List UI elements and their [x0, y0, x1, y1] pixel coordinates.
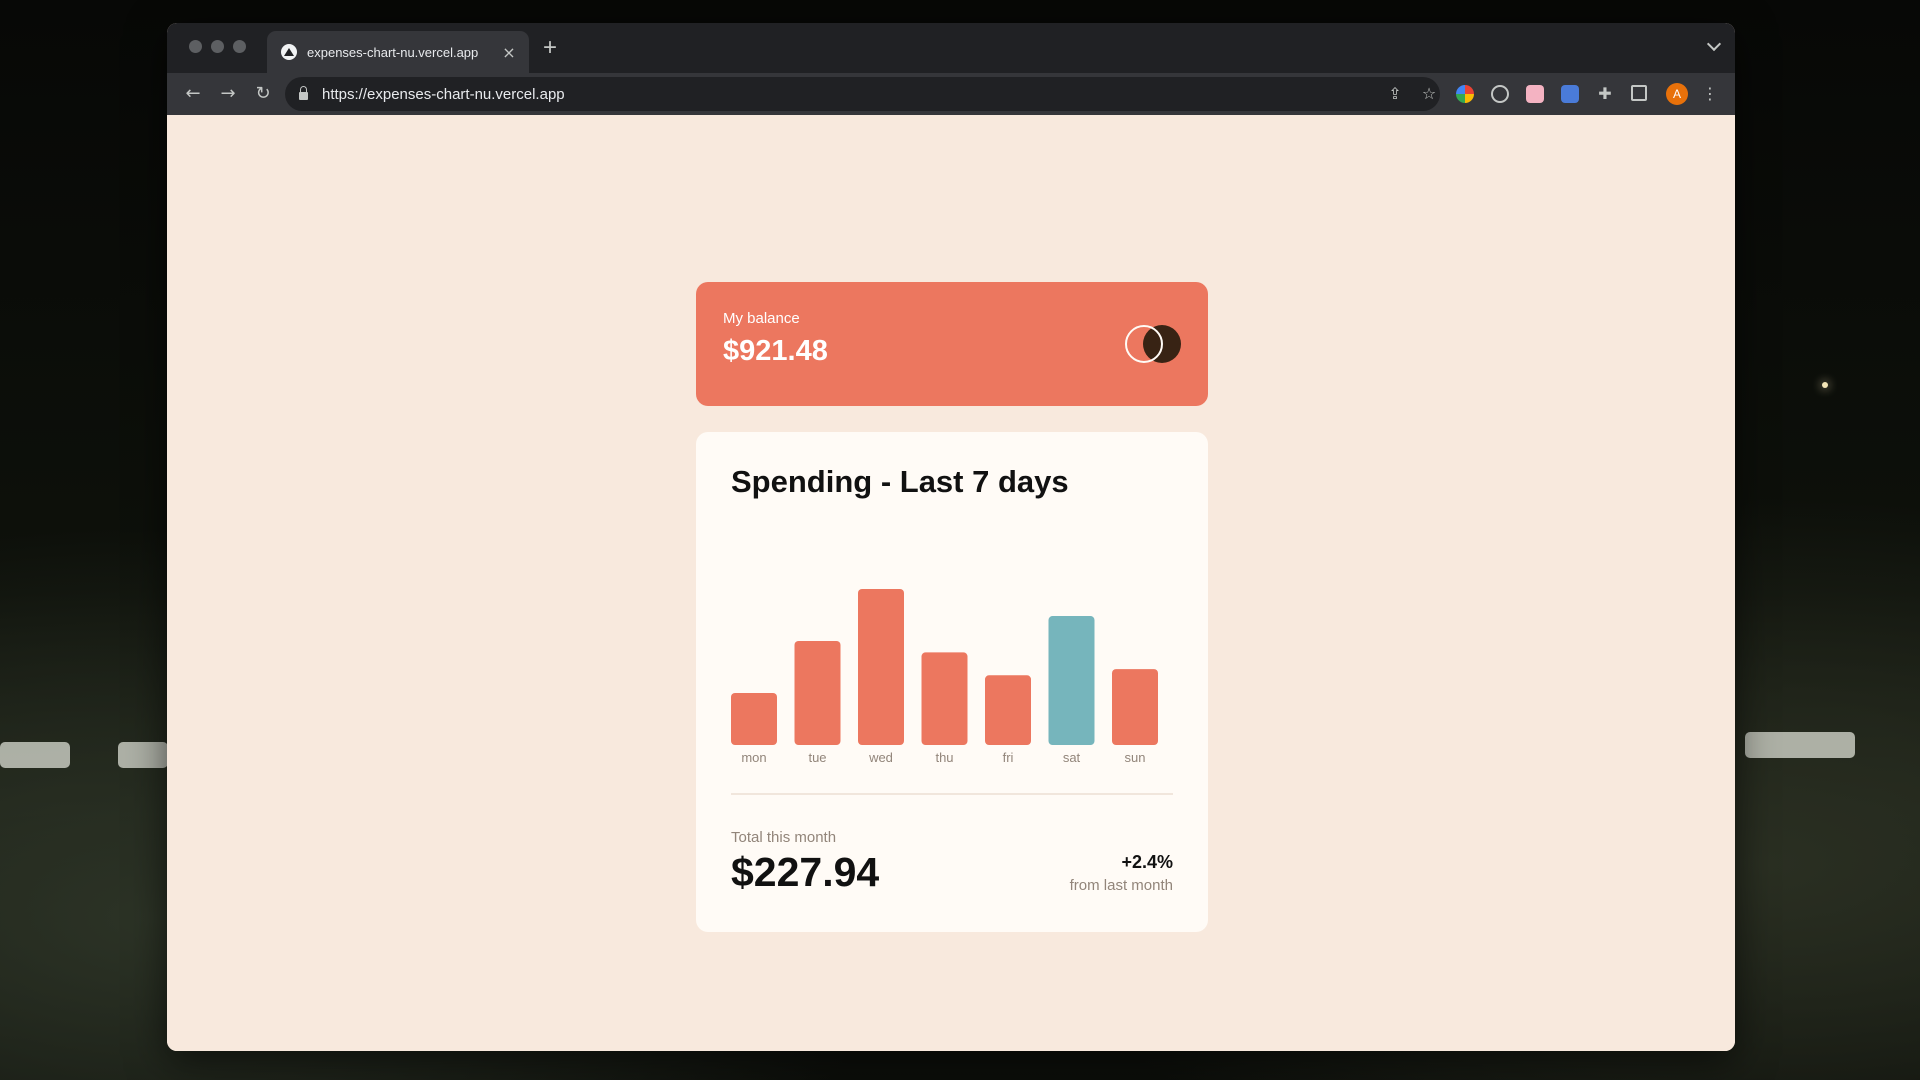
- bar-sat[interactable]: [1048, 616, 1095, 745]
- grammar-extension-icon[interactable]: [1561, 85, 1579, 103]
- bar-thu[interactable]: [921, 652, 968, 745]
- day-label-tue: tue: [808, 750, 827, 765]
- total-value: $227.94: [731, 849, 880, 895]
- menu-icon[interactable]: ⋮: [1702, 83, 1718, 105]
- browser-toolbar: ← → ↻ https://expenses-chart-nu.vercel.a…: [167, 73, 1735, 115]
- wallpaper-car: [1745, 732, 1855, 758]
- balance-amount: $921.48: [723, 335, 828, 367]
- new-tab-button[interactable]: +: [543, 36, 557, 60]
- day-label-thu: thu: [935, 750, 954, 765]
- total-label: Total this month: [731, 829, 837, 846]
- balance-label: My balance: [723, 310, 800, 327]
- color-extension-icon[interactable]: [1456, 85, 1474, 103]
- tab-title: expenses-chart-nu.vercel.app: [307, 44, 479, 60]
- wallpaper-car: [0, 742, 70, 768]
- circles-logo-icon: [1125, 325, 1181, 363]
- tab-close-icon[interactable]: ×: [499, 43, 519, 62]
- minimize-window-button[interactable]: [211, 40, 224, 53]
- browser-window: expenses-chart-nu.vercel.app × + ← → ↻ h…: [167, 23, 1735, 1051]
- forward-icon[interactable]: →: [216, 82, 240, 106]
- sidepanel-icon[interactable]: [1631, 85, 1647, 101]
- bar-wed[interactable]: [858, 589, 904, 745]
- wallpaper-light: [1822, 382, 1828, 388]
- reload-icon[interactable]: ↻: [251, 82, 275, 106]
- day-labels: mon tue wed thu fri sat sun: [731, 750, 1173, 770]
- puzzle-icon[interactable]: ✚: [1596, 85, 1614, 103]
- target-extension-icon[interactable]: [1491, 85, 1509, 103]
- spending-bar-chart: [731, 532, 1173, 745]
- balance-card: My balance $921.48: [696, 282, 1208, 406]
- share-icon[interactable]: ⇪: [1385, 84, 1405, 103]
- bar-mon[interactable]: [731, 693, 777, 745]
- change-value: +2.4%: [1121, 852, 1173, 872]
- tab-bar: expenses-chart-nu.vercel.app × +: [167, 23, 1735, 73]
- day-label-wed: wed: [869, 750, 893, 765]
- bar-tue[interactable]: [794, 640, 841, 745]
- chart-svg: [731, 589, 1158, 745]
- back-icon[interactable]: ←: [181, 82, 205, 106]
- vercel-favicon-icon: [281, 44, 297, 60]
- bookmark-star-icon[interactable]: ☆: [1419, 84, 1439, 103]
- day-label-sun: sun: [1124, 750, 1146, 765]
- tab-search-chevron-icon[interactable]: [1706, 36, 1722, 52]
- wallpaper-car: [118, 742, 168, 768]
- day-label-fri: fri: [1002, 750, 1014, 765]
- change-label: from last month: [1069, 877, 1173, 894]
- address-bar[interactable]: https://expenses-chart-nu.vercel.app ⇪ ☆: [285, 77, 1440, 111]
- spending-title: Spending - Last 7 days: [731, 464, 1069, 499]
- bar-fri[interactable]: [985, 675, 1031, 745]
- close-window-button[interactable]: [189, 40, 202, 53]
- bar-sun[interactable]: [1112, 669, 1158, 745]
- spending-card: Spending - Last 7 days mon tue wed thu fri sa…: [696, 432, 1208, 932]
- klarna-extension-icon[interactable]: [1526, 85, 1544, 103]
- url-text[interactable]: https://expenses-chart-nu.vercel.app: [322, 86, 565, 103]
- browser-tab[interactable]: expenses-chart-nu.vercel.app ×: [267, 31, 529, 73]
- day-label-mon: mon: [741, 750, 767, 765]
- maximize-window-button[interactable]: [233, 40, 246, 53]
- day-label-sat: sat: [1062, 750, 1081, 765]
- profile-avatar[interactable]: A: [1666, 83, 1688, 105]
- lock-icon: [299, 86, 308, 100]
- page-viewport: My balance $921.48 Spending - Last 7 day…: [167, 115, 1735, 1051]
- divider: [731, 793, 1173, 795]
